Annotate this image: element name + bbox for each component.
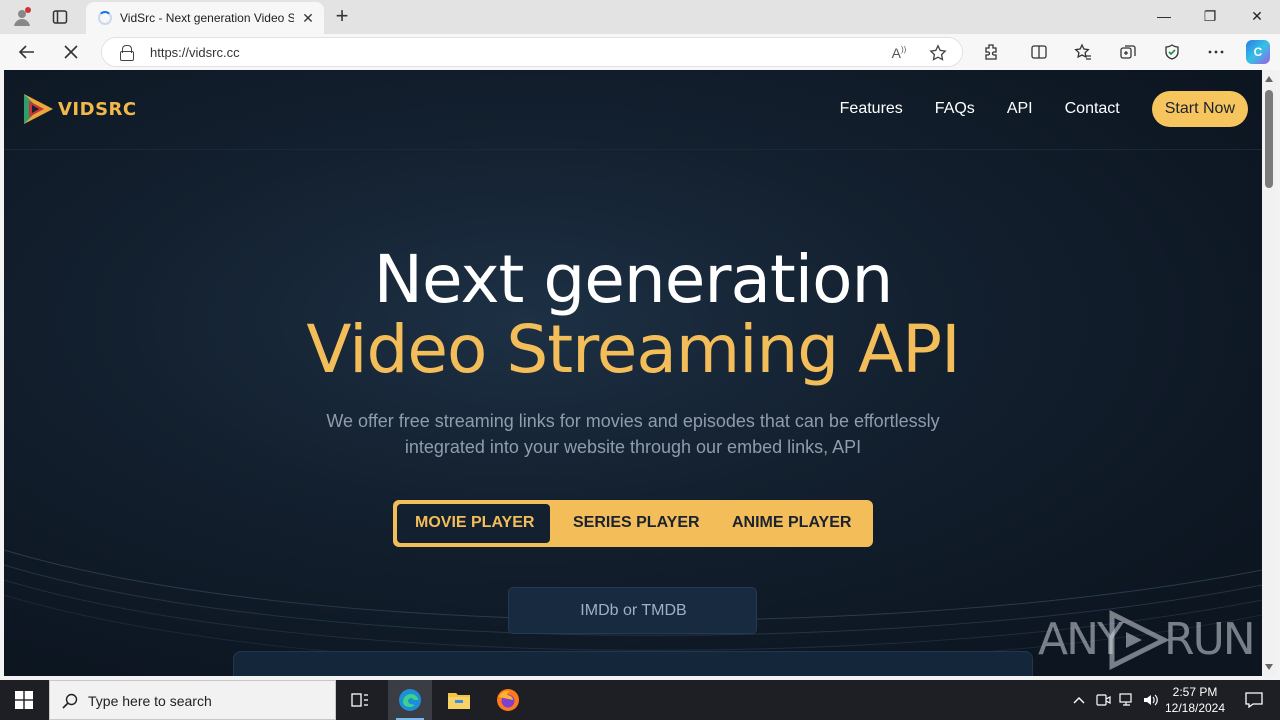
address-toolbar: https://vidsrc.cc A)) C	[0, 34, 1280, 70]
nav-faqs-link[interactable]: FAQs	[935, 100, 975, 118]
url-text[interactable]: https://vidsrc.cc	[150, 45, 240, 60]
windows-taskbar: Type here to search 2:57 PM 12/18/2024	[0, 680, 1280, 720]
browser-essentials-icon[interactable]	[1159, 39, 1185, 65]
firefox-icon[interactable]	[486, 680, 530, 720]
tab-series-player[interactable]: SERIES PLAYER	[573, 514, 700, 532]
start-now-button[interactable]: Start Now	[1151, 91, 1248, 127]
nav-api-link[interactable]: API	[1007, 100, 1033, 118]
tab-close-icon[interactable]: ✕	[300, 10, 316, 27]
imdb-tmdb-placeholder: IMDb or TMDB	[580, 602, 687, 619]
player-preview-card	[233, 651, 1033, 676]
watermark-text-run: RUN	[1164, 614, 1256, 665]
logo-text: VIDSRC	[58, 98, 137, 120]
tab-actions-icon[interactable]	[46, 4, 74, 30]
notifications-icon[interactable]	[1234, 680, 1274, 720]
nav-contact-link[interactable]: Contact	[1065, 100, 1120, 118]
restore-button[interactable]: ❐	[1187, 0, 1233, 32]
window-close-button[interactable]: ✕	[1234, 0, 1280, 32]
tab-title: VidSrc - Next generation Video St	[120, 11, 294, 25]
split-screen-icon[interactable]	[1026, 39, 1052, 65]
scrollbar-thumb[interactable]	[1265, 90, 1273, 188]
tray-overflow-icon[interactable]	[1068, 690, 1090, 710]
site-logo[interactable]: VIDSRC	[20, 91, 137, 127]
lock-icon[interactable]	[120, 45, 134, 61]
tab-active[interactable]: VidSrc - Next generation Video St ✕	[86, 2, 324, 34]
new-tab-button[interactable]: +	[330, 5, 354, 29]
windows-start-icon[interactable]	[0, 680, 48, 720]
settings-more-icon[interactable]	[1203, 39, 1229, 65]
search-icon	[62, 693, 78, 709]
extensions-icon[interactable]	[978, 39, 1004, 65]
watermark-play-icon	[1109, 610, 1170, 670]
copilot-icon[interactable]: C	[1246, 40, 1270, 64]
file-explorer-icon[interactable]	[437, 680, 481, 720]
page-viewport: VIDSRC Features FAQs API Contact Start N…	[4, 70, 1262, 676]
taskbar-search-field[interactable]: Type here to search	[49, 680, 336, 720]
collections-icon[interactable]	[1115, 39, 1141, 65]
page-scrollbar[interactable]	[1262, 70, 1276, 676]
tab-movie-player[interactable]: MOVIE PLAYER	[415, 514, 534, 532]
profile-icon[interactable]	[8, 4, 36, 30]
network-icon[interactable]	[1116, 690, 1138, 710]
task-view-icon[interactable]	[338, 680, 382, 720]
volume-icon[interactable]	[1140, 690, 1162, 710]
browser-tab-bar: VidSrc - Next generation Video St ✕ + — …	[0, 0, 1280, 34]
read-aloud-icon[interactable]: A))	[888, 42, 910, 64]
main-nav: Features FAQs API Contact Start Now	[840, 91, 1248, 127]
stop-loading-icon[interactable]	[57, 38, 85, 66]
taskbar-clock[interactable]: 2:57 PM 12/18/2024	[1160, 684, 1230, 716]
loading-icon	[98, 11, 112, 25]
clock-time: 2:57 PM	[1172, 685, 1218, 699]
vidsrc-logo-icon	[24, 94, 53, 124]
taskbar-search-placeholder: Type here to search	[88, 693, 212, 709]
player-type-switcher: MOVIE PLAYER SERIES PLAYER ANIME PLAYER	[393, 500, 873, 547]
meet-now-icon[interactable]	[1092, 690, 1114, 710]
nav-features-link[interactable]: Features	[840, 100, 903, 118]
scroll-down-arrow-icon[interactable]	[1265, 664, 1273, 670]
scroll-up-arrow-icon[interactable]	[1265, 76, 1273, 82]
hero-title-line2: Video Streaming API	[306, 311, 960, 388]
back-icon[interactable]	[13, 38, 41, 66]
url-field[interactable]: https://vidsrc.cc A))	[101, 37, 963, 67]
favorite-star-icon[interactable]	[927, 42, 949, 64]
favorites-icon[interactable]	[1070, 39, 1096, 65]
edge-taskbar-icon[interactable]	[388, 680, 432, 720]
clock-date: 12/18/2024	[1164, 701, 1226, 715]
hero-title-line1: Next generation	[373, 241, 894, 318]
minimize-button[interactable]: —	[1141, 0, 1187, 32]
tab-anime-player[interactable]: ANIME PLAYER	[732, 514, 851, 532]
read-aloud-label: A	[891, 45, 901, 61]
hero-description: We offer free streaming links for movies…	[326, 411, 940, 457]
site-header: VIDSRC Features FAQs API Contact Start N…	[4, 70, 1262, 150]
imdb-tmdb-input[interactable]: IMDb or TMDB	[508, 587, 757, 634]
anyrun-watermark: ANY RUN	[1038, 606, 1256, 672]
